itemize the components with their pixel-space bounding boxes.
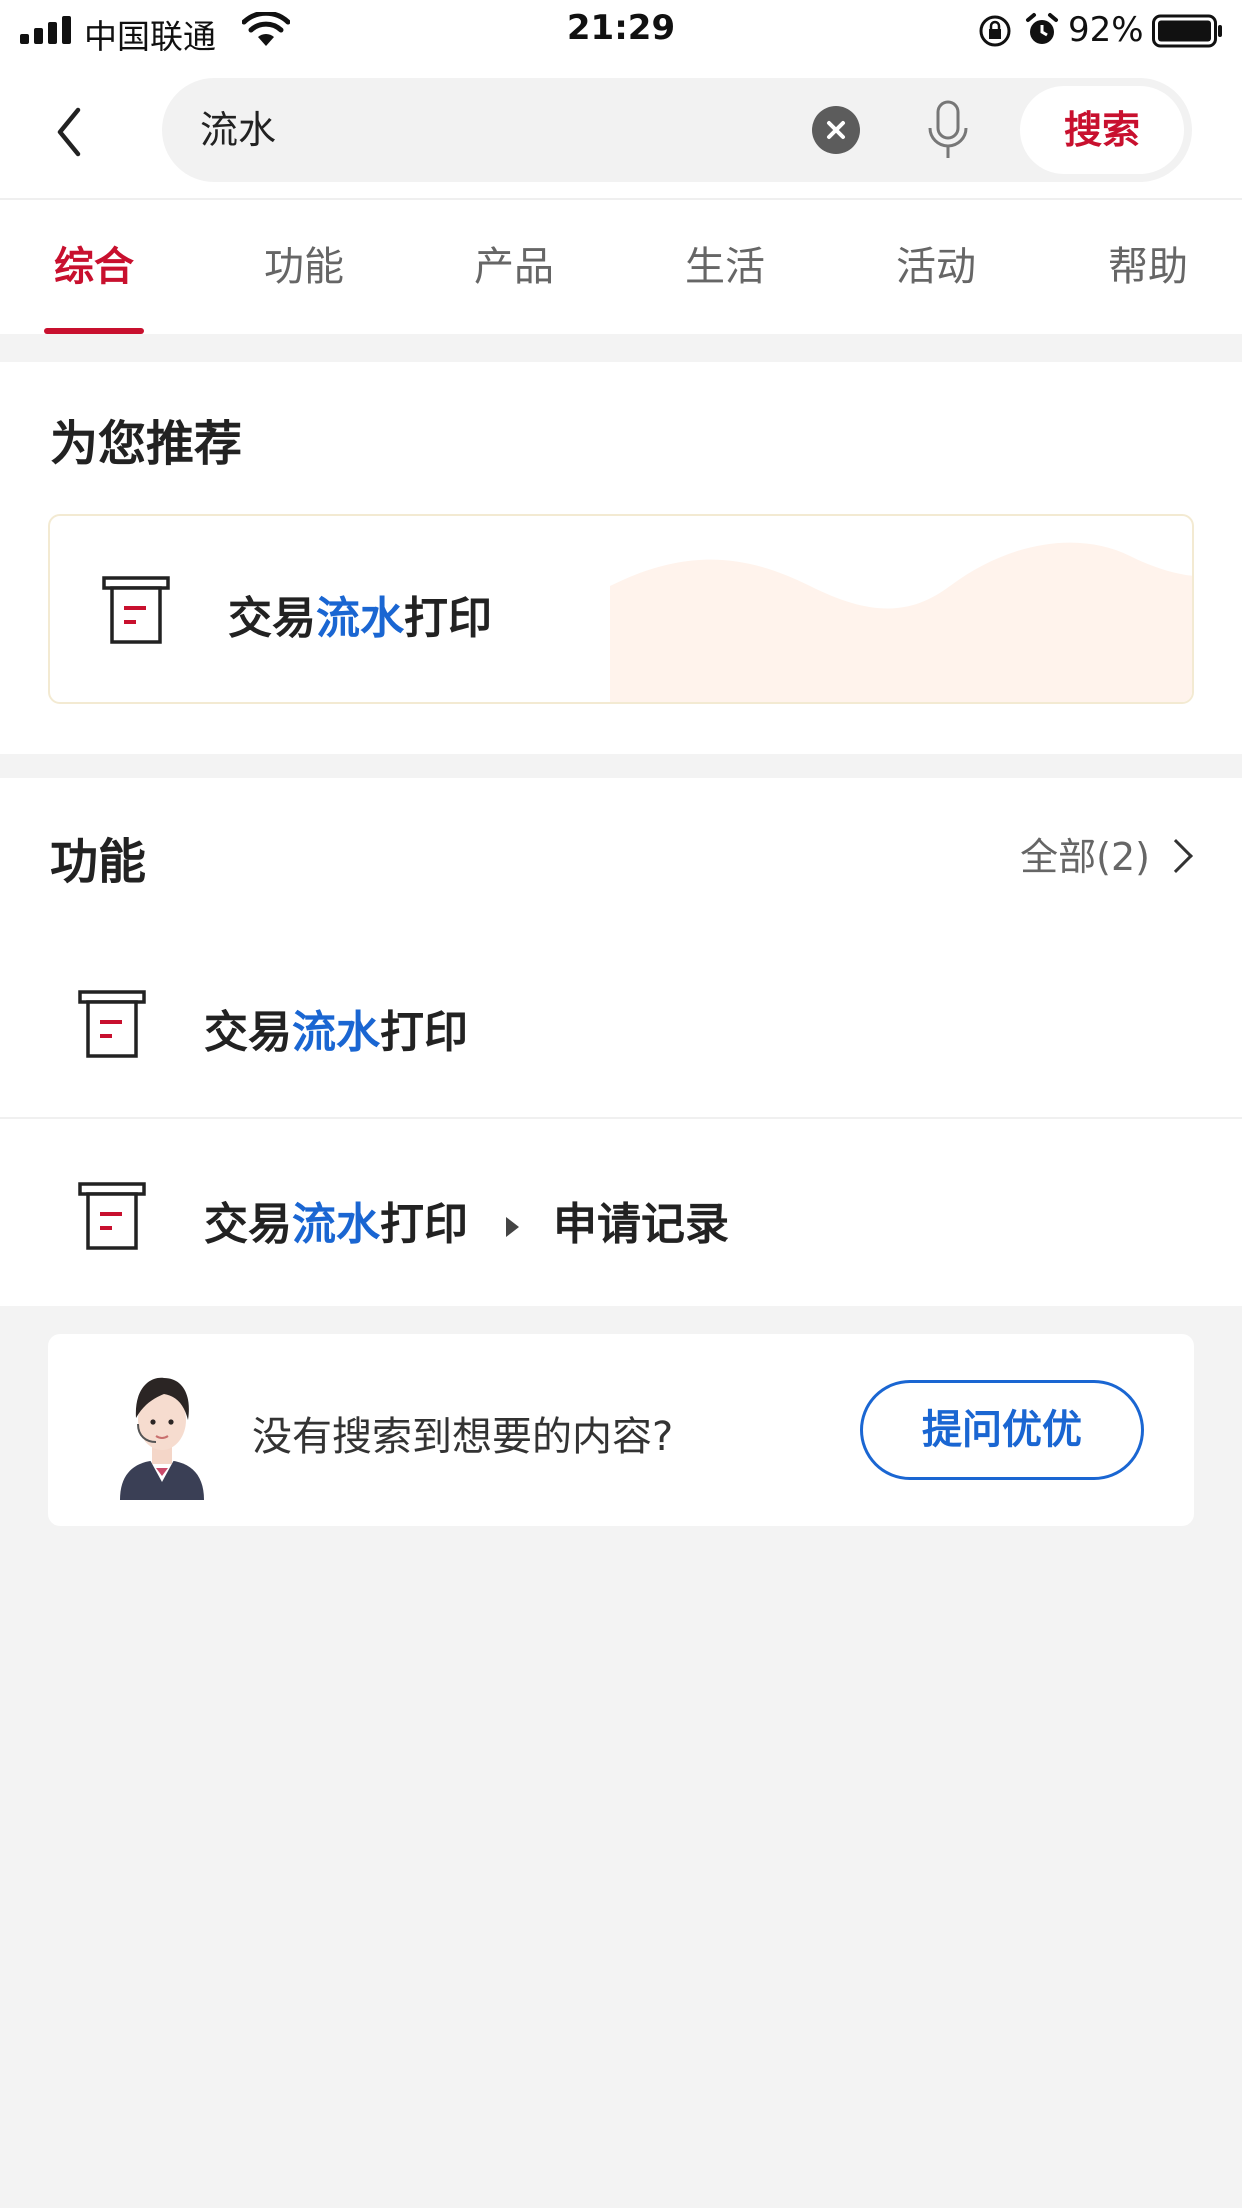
function-item-label: 交易流水打印 申请记录	[204, 1199, 729, 1250]
recommend-title: 为您推荐	[50, 416, 243, 472]
status-bar: 中国联通 21:29 92%	[0, 0, 1242, 62]
tab-label: 综合	[54, 244, 134, 290]
search-header: 搜索	[0, 62, 1242, 200]
orientation-lock-icon	[979, 15, 1011, 47]
search-box: 搜索	[162, 78, 1192, 182]
tab-life[interactable]: 生活	[665, 200, 785, 334]
clear-icon[interactable]	[812, 106, 860, 154]
active-tab-indicator	[44, 328, 144, 334]
functions-title: 功能	[50, 834, 147, 890]
print-record-icon	[102, 576, 170, 644]
search-button[interactable]: 搜索	[1020, 86, 1184, 174]
view-all-link[interactable]: 全部(2)	[1020, 826, 1193, 881]
function-item[interactable]: 交易流水打印	[0, 928, 1242, 1118]
tab-functions[interactable]: 功能	[244, 200, 364, 334]
tab-activities[interactable]: 活动	[876, 200, 996, 334]
chevron-right-icon	[1159, 839, 1193, 873]
no-result-prompt: 没有搜索到想要的内容?	[252, 1414, 674, 1460]
back-arrow-icon[interactable]	[40, 102, 100, 162]
ask-assistant-button[interactable]: 提问优优	[860, 1380, 1144, 1480]
print-record-icon	[78, 990, 146, 1058]
tab-comprehensive[interactable]: 综合	[34, 200, 154, 334]
recommend-section: 为您推荐 交易流水打印	[0, 362, 1242, 754]
row-divider	[0, 1117, 1242, 1119]
card-background-wave	[610, 542, 1192, 702]
tab-products[interactable]: 产品	[454, 200, 574, 334]
battery-icon	[1152, 14, 1222, 48]
microphone-icon[interactable]	[924, 100, 972, 160]
tab-help[interactable]: 帮助	[1088, 200, 1208, 334]
battery-percent: 92%	[1068, 10, 1144, 50]
function-item-label: 交易流水打印	[204, 1007, 468, 1058]
recommend-card[interactable]: 交易流水打印	[48, 514, 1194, 704]
print-record-icon	[78, 1182, 146, 1250]
recommend-item-label: 交易流水打印	[228, 593, 492, 644]
breadcrumb-arrow-icon	[506, 1217, 519, 1237]
category-tabs: 综合 功能 产品 生活 活动 帮助	[0, 200, 1242, 334]
assistant-avatar	[120, 1377, 204, 1500]
ask-assistant-card: 没有搜索到想要的内容? 提问优优	[48, 1334, 1194, 1526]
function-item[interactable]: 交易流水打印 申请记录	[0, 1120, 1242, 1310]
alarm-icon	[1026, 13, 1058, 44]
search-input[interactable]	[200, 78, 800, 182]
functions-section: 功能 全部(2) 交易流水打印 交易流水打印 申请记录	[0, 778, 1242, 1306]
